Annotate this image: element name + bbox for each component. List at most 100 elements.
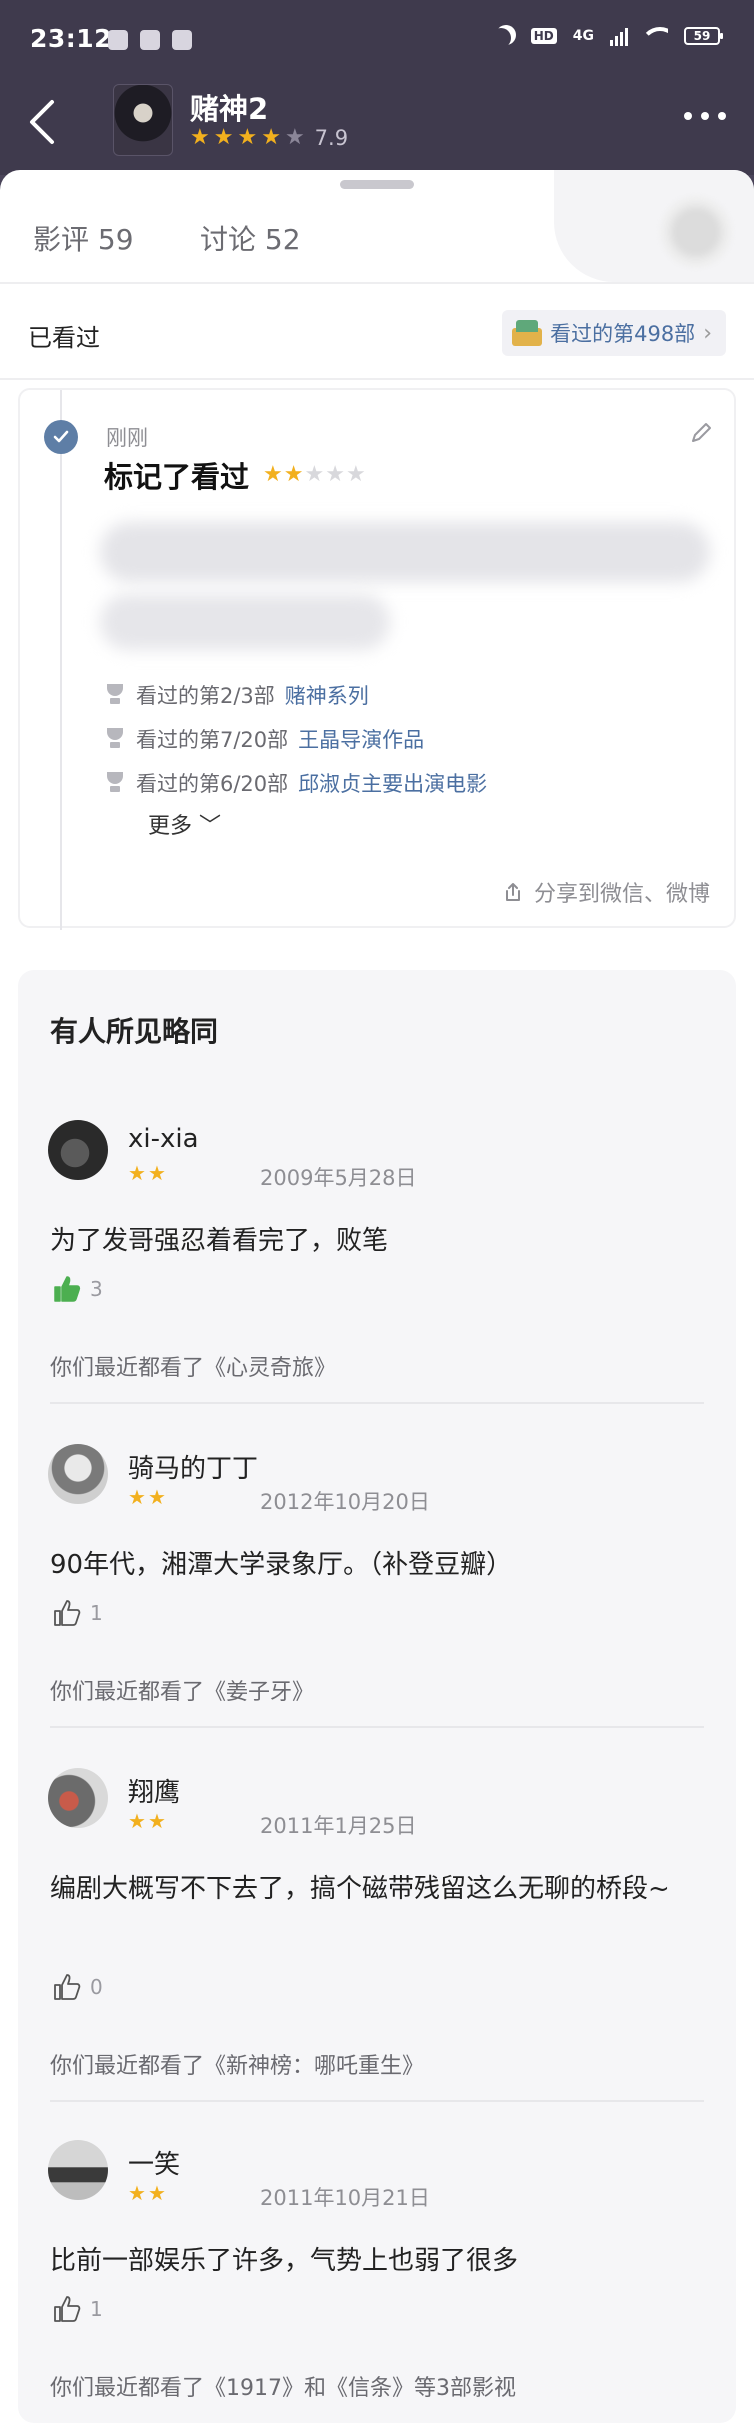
chevron-down-icon: ﹀ [199,814,222,839]
achievement-item: 看过的第2/3部 赌神系列 [104,680,369,710]
star-icon: ★ [283,462,304,487]
review-date: 2009年5月28日 [260,1166,417,1190]
tab-discussions[interactable]: 讨论 52 [200,218,301,258]
review-text: 90年代，湘潭大学录象厅。（补登豆瓣） [50,1550,513,1580]
avatar[interactable] [48,1768,108,1828]
user-avatar[interactable] [660,196,732,268]
achievement-link[interactable]: 王晶导演作品 [298,724,424,754]
app-header: 23:12 HD 4G 59 赌神2 ★ ★ ★ ★ ★ 7.9 [0,0,754,175]
hd-icon: HD [530,28,557,44]
wifi-icon [644,27,668,45]
review-rating: ★ ★ [128,1162,166,1184]
divider [50,1402,704,1404]
divider [50,2100,704,2102]
watched-label: 已看过 [28,324,100,352]
edit-icon[interactable] [688,420,714,446]
more-label: 更多 [148,814,193,839]
watched-status-row: 已看过 看过的第498部 › [0,284,754,380]
recent-watched: 你们最近都看了《心灵奇旅》 [50,1356,337,1381]
movie-title: 赌神2 [190,92,269,126]
reviewer-name[interactable]: 骑马的丁丁 [128,1448,258,1485]
battery-level: 59 [693,29,711,43]
section-title: 有人所见略同 [50,1015,219,1048]
more-options-button[interactable] [684,112,726,120]
like-button[interactable]: 0 [52,1972,103,2002]
blurred-comment [100,510,720,660]
star-icon: ★ [325,462,345,487]
avatar[interactable] [48,1444,108,1504]
more-button[interactable]: 更多 ﹀ [148,808,221,840]
star-icon: ★ [190,125,210,150]
battery-icon: 59 [684,27,723,45]
similar-opinions-section: 有人所见略同 xi-xia ★ ★ 2009年5月28日 为了发哥强忍着看完了，败… [18,970,736,2423]
mark-rating: ★ ★ ★ ★ ★ [263,464,366,486]
mark-time: 刚刚 [106,426,148,450]
status-time: 23:12 [30,24,113,53]
star-icon: ★ [345,462,366,487]
star-icon: ★ [147,1161,166,1185]
watched-count-button[interactable]: 看过的第498部 › [502,310,726,356]
share-button[interactable]: 分享到微信、微博 [502,876,710,908]
review-date: 2011年1月25日 [260,1814,417,1838]
avatar[interactable] [48,1120,108,1180]
tab-bar-corner [554,170,754,282]
movie-rating: ★ ★ ★ ★ ★ 7.9 [190,126,348,150]
chevron-right-icon: › [703,320,712,346]
star-icon: ★ [304,462,325,487]
star-icon: ★ [128,1809,146,1833]
tab-bar: 影评 59 讨论 52 [0,170,754,282]
review-rating: ★ ★ [128,1810,166,1832]
avatar[interactable] [48,2140,108,2200]
back-arrow-icon [30,100,54,144]
like-count: 3 [90,1277,103,1301]
dot-icon [701,112,709,120]
reviewer-name[interactable]: 一笑 [128,2144,180,2181]
thumbs-up-icon [54,1600,81,1626]
dot-icon [718,112,726,120]
blurred-line [100,594,390,650]
star-icon: ★ [213,125,234,150]
drag-handle[interactable] [340,180,414,189]
reviewer-name[interactable]: 翔鹰 [128,1772,180,1809]
notification-icons [108,30,192,50]
achievement-link[interactable]: 赌神系列 [285,680,369,710]
star-icon: ★ [263,462,283,487]
thumbs-up-icon [54,2296,81,2322]
network-label: 4G [572,28,594,44]
share-label: 分享到微信、微博 [533,882,710,907]
achievement-text: 看过的第6/20部 [136,772,289,796]
timeline-line [60,390,62,930]
like-count: 1 [90,2297,103,2321]
reviewer-name[interactable]: xi-xia [128,1124,199,1154]
achievement-item: 看过的第6/20部 邱淑贞主要出演电影 [104,768,487,798]
review-date: 2012年10月20日 [260,1490,430,1514]
check-icon [44,420,78,454]
signal-icon [610,26,628,46]
recent-watched: 你们最近都看了《新神榜：哪吒重生》 [50,2054,425,2079]
review-text: 编剧大概写不下去了，搞个磁带残留这么无聊的桥段~ [50,1874,670,1904]
movie-box-icon [512,320,543,346]
thumbs-up-icon [54,1276,81,1302]
app-notification-icon [140,30,160,50]
back-button[interactable] [22,96,66,148]
review-text: 比前一部娱乐了许多，气势上也弱了很多 [50,2246,519,2276]
tab-reviews[interactable]: 影评 59 [33,218,134,258]
like-count: 1 [90,1601,103,1625]
star-icon: ★ [128,1485,146,1509]
recent-watched: 你们最近都看了《姜子牙》 [50,1680,315,1705]
review-text: 为了发哥强忍着看完了，败笔 [50,1226,389,1256]
star-icon: ★ [147,1485,166,1509]
achievement-link[interactable]: 邱淑贞主要出演电影 [298,768,487,798]
recent-watched: 你们最近都看了《1917》和《信条》等3部影视 [50,2376,516,2401]
like-button[interactable]: 3 [52,1274,103,1304]
mark-title-row: 标记了看过 ★ ★ ★ ★ ★ [104,454,366,496]
star-icon: ★ [128,2181,146,2205]
like-button[interactable]: 1 [52,1598,103,1628]
status-icons: HD 4G 59 [495,26,723,46]
like-button[interactable]: 1 [52,2294,103,2324]
movie-poster[interactable] [113,84,173,156]
star-icon: ★ [237,125,258,150]
thumbs-up-icon [54,1974,81,2000]
star-icon: ★ [284,125,305,150]
watched-count-text: 看过的第498部 [550,322,696,346]
